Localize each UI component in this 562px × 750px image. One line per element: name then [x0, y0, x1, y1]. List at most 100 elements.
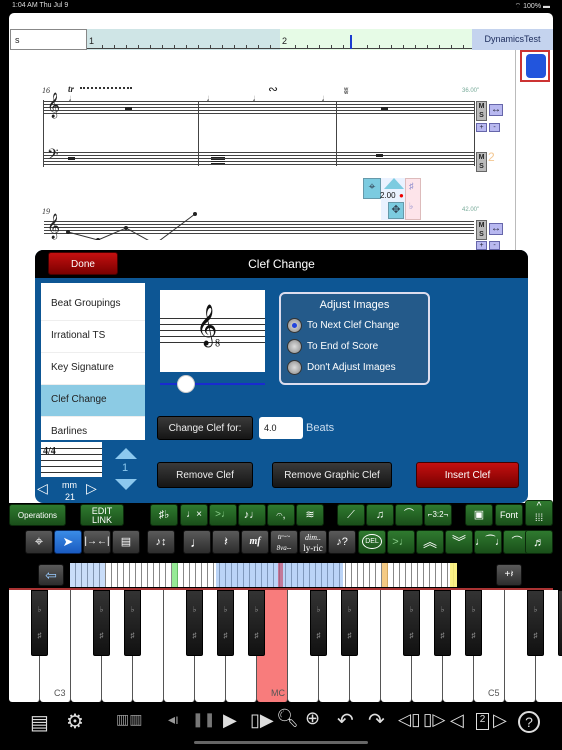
remove-graphic-clef-button[interactable]: Remove Graphic Clef: [272, 462, 392, 488]
tremolo-button[interactable]: ≋: [296, 504, 324, 526]
black-key[interactable]: ♭♯: [124, 590, 141, 656]
accidentals-button[interactable]: ♯♭: [150, 504, 178, 526]
accent-button[interactable]: >♩: [209, 504, 237, 526]
layout-tool[interactable]: ▤: [112, 530, 140, 554]
turn-ornament[interactable]: ∾: [268, 82, 278, 96]
bass-staff[interactable]: [44, 152, 474, 166]
gear-icon[interactable]: ⚙: [66, 709, 84, 734]
play-from-selection-icon[interactable]: ▯▶: [250, 710, 274, 731]
page-indicator[interactable]: 2: [476, 713, 489, 730]
note-tool[interactable]: ♩: [183, 530, 211, 554]
arpeggio-button[interactable]: ⌒: [395, 504, 423, 526]
glissando-notes[interactable]: [60, 210, 220, 240]
mute-solo-button[interactable]: M S: [476, 101, 487, 121]
flat-down-icon[interactable]: ♭: [409, 201, 413, 212]
lock-button[interactable]: [520, 50, 550, 82]
delete-button[interactable]: DEL: [358, 530, 386, 554]
note[interactable]: 𝅗𝅥: [207, 96, 209, 104]
edit-link-button[interactable]: EDIT LINK: [80, 504, 124, 526]
rest[interactable]: [381, 107, 388, 110]
radio-next-clef-change[interactable]: To Next Clef Change: [287, 318, 427, 334]
black-key[interactable]: ♭♯: [93, 590, 110, 656]
minus-button[interactable]: -: [489, 123, 500, 132]
list-item-key-signature[interactable]: Key Signature: [41, 353, 145, 385]
plus-button[interactable]: +: [476, 123, 487, 132]
treble-staff[interactable]: [44, 101, 474, 115]
piano-keyboard-icon[interactable]: ▥▥: [116, 711, 142, 728]
plus-button[interactable]: +: [476, 241, 487, 250]
clef-slider-track[interactable]: [160, 383, 265, 385]
add-measure-after-icon[interactable]: ▯▷: [423, 710, 445, 730]
rest[interactable]: [376, 154, 383, 157]
move-icon[interactable]: ✥: [388, 202, 404, 219]
tie-button[interactable]: ♩⁀♩: [474, 530, 506, 554]
note[interactable]: 𝅗𝅥: [322, 96, 324, 104]
mordent-ornament[interactable]: ʬ: [344, 86, 348, 96]
select-tool[interactable]: ➤: [54, 530, 82, 554]
transpose-tool[interactable]: ♪↕: [147, 530, 175, 554]
zoom-out-icon[interactable]: 🔍︎: [276, 708, 299, 729]
mute-solo-button[interactable]: M S: [476, 220, 487, 240]
ruler-input[interactable]: s: [10, 29, 87, 50]
fermata-button[interactable]: 𝄐,: [267, 504, 295, 526]
tremolo[interactable]: [211, 155, 225, 164]
stepper-up-icon[interactable]: [115, 448, 137, 459]
beam-group-button[interactable]: ♬: [525, 530, 553, 554]
accidental-column[interactable]: ♯ ♭: [405, 178, 421, 220]
previous-page-icon[interactable]: ◁: [450, 710, 464, 731]
black-key[interactable]: ♭♯: [465, 590, 482, 656]
sharp-up-icon[interactable]: ♯: [409, 181, 414, 191]
previous-measure-icon[interactable]: ◁: [37, 480, 48, 497]
black-key[interactable]: ♭♯: [341, 590, 358, 656]
tuplet-button[interactable]: ⌐3:2¬: [424, 504, 452, 526]
done-button[interactable]: Done: [48, 252, 118, 275]
spacing-tool[interactable]: |→←|: [83, 530, 111, 554]
octave-down-button[interactable]: ︾: [445, 530, 473, 554]
note[interactable]: 𝅗𝅥: [69, 96, 71, 104]
grace-note-button[interactable]: ♪♩: [238, 504, 266, 526]
rest-tool[interactable]: 𝄽: [212, 530, 240, 554]
trill-octave-tool[interactable]: tr~~ 8va--: [270, 530, 298, 554]
add-measure-before-icon[interactable]: ◁▯: [398, 710, 420, 730]
rest[interactable]: [68, 157, 75, 160]
play-icon[interactable]: ▶: [223, 710, 237, 731]
remove-clef-button[interactable]: Remove Clef: [157, 462, 253, 488]
chord-symbol-tool[interactable]: ♪?: [328, 530, 356, 554]
clef-slider-knob[interactable]: [177, 375, 195, 393]
document-tab[interactable]: DynamicsTest: [472, 29, 553, 50]
mute-solo-button[interactable]: M S: [476, 152, 487, 172]
expand-arrow-button[interactable]: ↔: [489, 104, 503, 116]
minus-button[interactable]: -: [489, 241, 500, 250]
black-key[interactable]: ♭♯: [31, 590, 48, 656]
change-clef-for-button[interactable]: Change Clef for:: [157, 416, 253, 440]
operations-button[interactable]: Operations: [9, 504, 66, 526]
target-icon[interactable]: ⌖: [363, 178, 381, 199]
slide-button[interactable]: ⟋: [337, 504, 365, 526]
beam-button[interactable]: ♫: [366, 504, 394, 526]
octave-up-button[interactable]: ︽: [416, 530, 444, 554]
ruler-measure-2[interactable]: 2: [280, 29, 472, 50]
volume-icon[interactable]: ◂ı: [168, 711, 179, 728]
redo-icon[interactable]: ↷: [368, 708, 385, 733]
target-tool[interactable]: ⌖: [25, 530, 53, 554]
list-item-barlines[interactable]: Barlines: [41, 417, 145, 440]
image-button[interactable]: ▣: [465, 504, 493, 526]
black-key[interactable]: ♭♯: [217, 590, 234, 656]
radio-end-of-score[interactable]: To End of Score: [287, 339, 427, 355]
text-lyric-tool[interactable]: dim.. ly-ric: [299, 530, 327, 554]
insert-type-list[interactable]: Beat Groupings Irrational TS Key Signatu…: [41, 283, 145, 440]
beats-input[interactable]: 4.0: [259, 417, 303, 439]
black-key[interactable]: ♭♯: [527, 590, 544, 656]
stepper-down-icon[interactable]: [115, 479, 137, 490]
font-button[interactable]: Font: [495, 504, 523, 526]
document-icon[interactable]: ▤: [30, 710, 49, 735]
accent-insert-button[interactable]: >♩: [387, 530, 415, 554]
trill-mark[interactable]: tr: [68, 84, 74, 94]
black-key[interactable]: ♭♯: [248, 590, 265, 656]
expand-arrow-button[interactable]: ↔: [489, 223, 503, 235]
notehead-button[interactable]: ♩×: [180, 504, 208, 526]
list-item-irrational-ts[interactable]: Irrational TS: [41, 321, 145, 353]
pause-icon[interactable]: ❚❚: [192, 711, 215, 728]
black-key[interactable]: ♭♯: [434, 590, 451, 656]
black-key[interactable]: ♭♯: [558, 590, 562, 656]
